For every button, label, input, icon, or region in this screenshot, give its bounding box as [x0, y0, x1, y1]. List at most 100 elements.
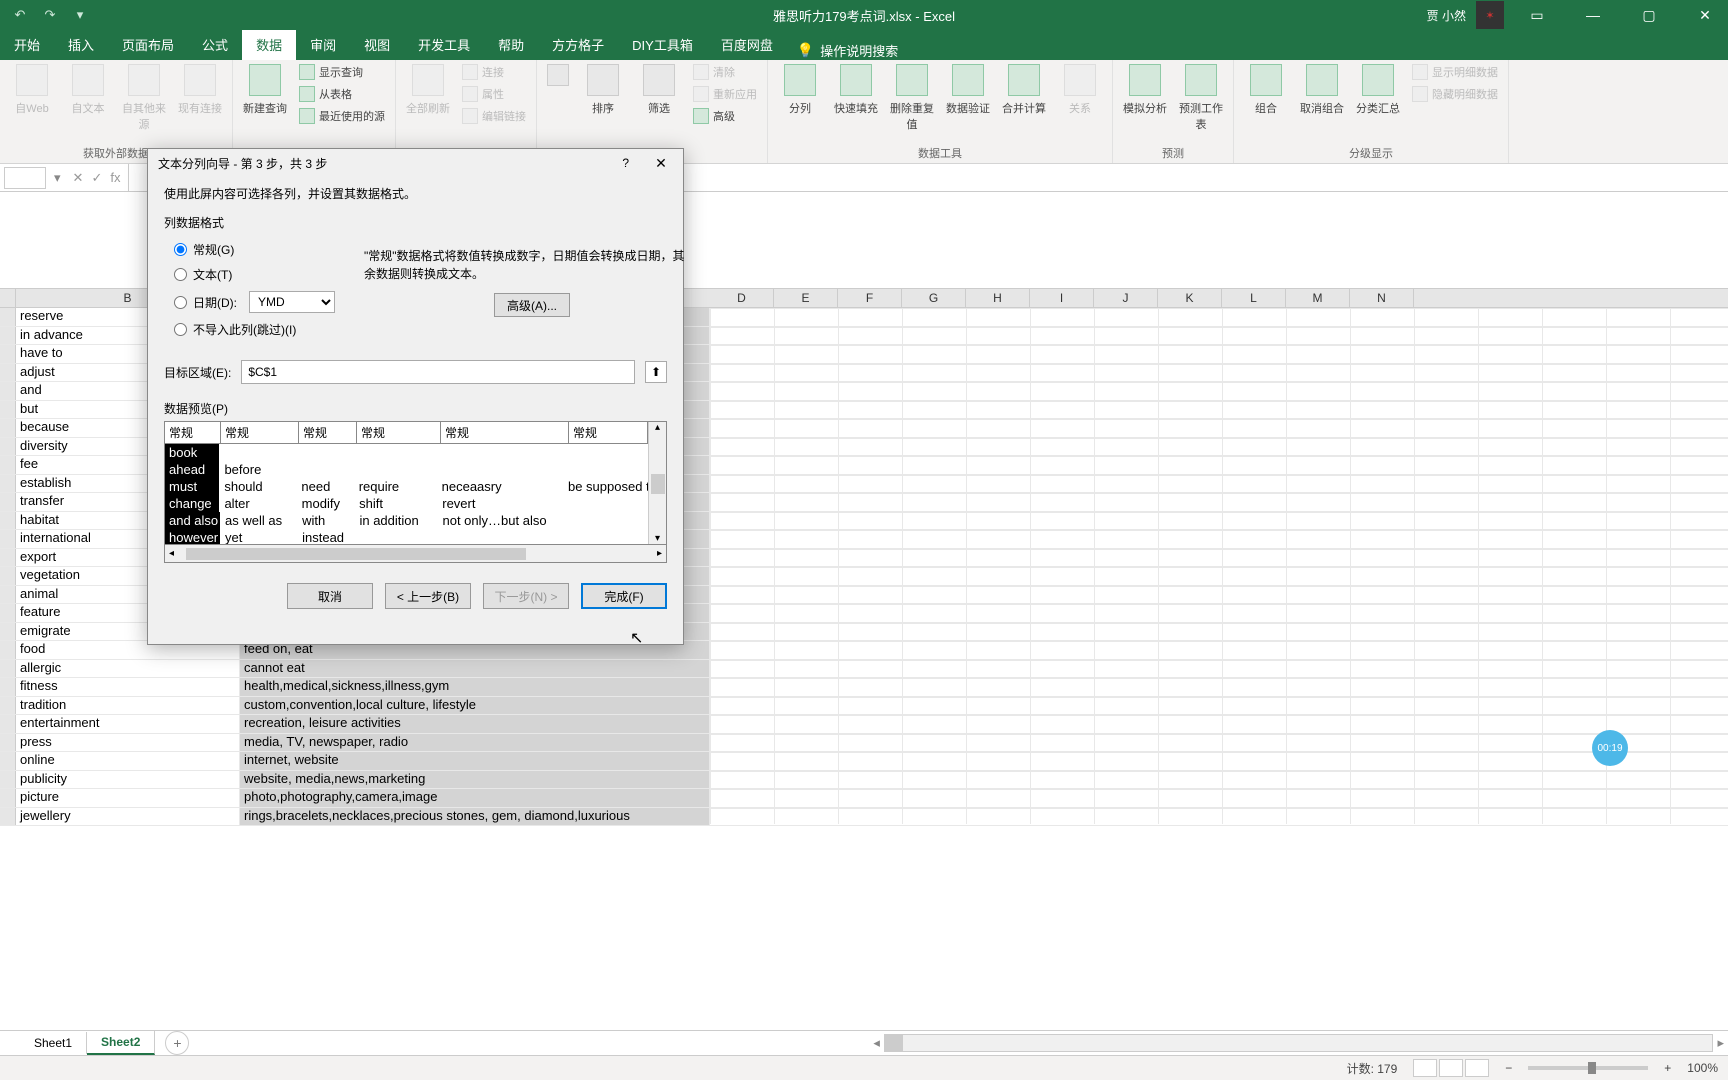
table-row[interactable]: onlineinternet, website [0, 752, 1728, 771]
clear-filter-button[interactable]: 清除 [689, 62, 761, 82]
sheet-tab-2[interactable]: Sheet2 [87, 1031, 155, 1055]
zoom-level[interactable]: 100% [1687, 1061, 1718, 1075]
hide-detail-button[interactable]: 隐藏明细数据 [1408, 84, 1502, 104]
cell-c[interactable]: internet, website [240, 752, 710, 770]
cell-b[interactable]: allergic [16, 660, 240, 678]
remove-dup-button[interactable]: 删除重复值 [886, 62, 938, 134]
redo-icon[interactable]: ↷ [40, 5, 60, 25]
view-layout-button[interactable] [1439, 1059, 1463, 1077]
col-header-n[interactable]: N [1350, 289, 1414, 307]
from-web-button[interactable]: 自Web [6, 62, 58, 118]
col-header-k[interactable]: K [1158, 289, 1222, 307]
tell-me[interactable]: 💡操作说明搜索 [787, 41, 908, 60]
radio-general-input[interactable] [174, 243, 187, 256]
tab-data[interactable]: 数据 [242, 29, 296, 60]
reapply-button[interactable]: 重新应用 [689, 84, 761, 104]
cell-b[interactable]: tradition [16, 697, 240, 715]
from-other-button[interactable]: 自其他来源 [118, 62, 170, 134]
table-row[interactable]: entertainmentrecreation, leisure activit… [0, 715, 1728, 734]
scroll-right-icon[interactable]: ▸ [657, 548, 662, 559]
pv-head-3[interactable]: 常规 [357, 422, 441, 443]
radio-text-input[interactable] [174, 268, 187, 281]
cell-c[interactable]: photo,photography,camera,image [240, 789, 710, 807]
consolidate-button[interactable]: 合并计算 [998, 62, 1050, 118]
tab-view[interactable]: 视图 [350, 29, 404, 60]
cell-b[interactable]: online [16, 752, 240, 770]
cell-c[interactable]: rings,bracelets,necklaces,precious stone… [240, 808, 710, 826]
scroll-left-icon[interactable]: ◂ [169, 548, 174, 559]
filter-button[interactable]: 筛选 [633, 62, 685, 118]
scroll-up-icon[interactable]: ▴ [655, 422, 660, 433]
forecast-button[interactable]: 预测工作表 [1175, 62, 1227, 134]
tab-help[interactable]: 帮助 [484, 29, 538, 60]
date-format-select[interactable]: YMD [249, 291, 335, 313]
target-input[interactable] [241, 360, 635, 384]
tab-layout[interactable]: 页面布局 [108, 29, 188, 60]
recent-sources-button[interactable]: 最近使用的源 [295, 106, 389, 126]
from-table-button[interactable]: 从表格 [295, 84, 389, 104]
dialog-help-icon[interactable]: ? [622, 156, 629, 170]
properties-button[interactable]: 属性 [458, 84, 530, 104]
cell-c[interactable]: health,medical,sickness,illness,gym [240, 678, 710, 696]
advanced-button[interactable]: 高级(A)... [494, 293, 570, 317]
undo-icon[interactable]: ↶ [10, 5, 30, 25]
preview-vscroll[interactable]: ▴▾ [648, 422, 666, 544]
relationships-button[interactable]: 关系 [1054, 62, 1106, 118]
from-text-button[interactable]: 自文本 [62, 62, 114, 118]
tab-diy[interactable]: DIY工具箱 [618, 29, 707, 60]
advanced-filter-button[interactable]: 高级 [689, 106, 761, 126]
radio-skip[interactable]: 不导入此列(跳过)(I) [164, 317, 667, 342]
sort-button[interactable]: 排序 [577, 62, 629, 118]
tab-baidu[interactable]: 百度网盘 [707, 29, 787, 60]
col-header-j[interactable]: J [1094, 289, 1158, 307]
sort-az-button[interactable] [543, 62, 573, 92]
cell-c[interactable]: website, media,news,marketing [240, 771, 710, 789]
cell-b[interactable]: entertainment [16, 715, 240, 733]
hscroll-track[interactable] [884, 1034, 1714, 1052]
group-button[interactable]: 组合 [1240, 62, 1292, 118]
user-name[interactable]: 贾 小然 [1427, 7, 1466, 24]
table-row[interactable]: allergiccannot eat [0, 660, 1728, 679]
col-header-g[interactable]: G [902, 289, 966, 307]
table-row[interactable]: publicitywebsite, media,news,marketing [0, 771, 1728, 790]
tab-formula[interactable]: 公式 [188, 29, 242, 60]
preview-hscroll[interactable]: ◂▸ [164, 545, 667, 563]
view-break-button[interactable] [1465, 1059, 1489, 1077]
tab-insert[interactable]: 插入 [54, 29, 108, 60]
connections-button[interactable]: 连接 [458, 62, 530, 82]
zoom-out-icon[interactable]: − [1505, 1061, 1512, 1075]
ungroup-button[interactable]: 取消组合 [1296, 62, 1348, 118]
zoom-in-icon[interactable]: + [1664, 1061, 1671, 1075]
view-normal-button[interactable] [1413, 1059, 1437, 1077]
col-header-e[interactable]: E [774, 289, 838, 307]
col-header-f[interactable]: F [838, 289, 902, 307]
fx-icon[interactable]: fx [110, 170, 120, 185]
cell-c[interactable]: cannot eat [240, 660, 710, 678]
text-to-columns-button[interactable]: 分列 [774, 62, 826, 118]
name-box[interactable] [4, 167, 46, 189]
ref-picker-icon[interactable]: ⬆ [645, 361, 667, 383]
show-query-button[interactable]: 显示查询 [295, 62, 389, 82]
existing-conn-button[interactable]: 现有连接 [174, 62, 226, 118]
col-header-d[interactable]: D [710, 289, 774, 307]
cancel-edit-icon[interactable]: ✕ [73, 170, 84, 186]
col-header-i[interactable]: I [1030, 289, 1094, 307]
radio-skip-input[interactable] [174, 323, 187, 336]
cell-b[interactable]: picture [16, 789, 240, 807]
tab-review[interactable]: 审阅 [296, 29, 350, 60]
table-row[interactable]: fitnesshealth,medical,sickness,illness,g… [0, 678, 1728, 697]
add-sheet-button[interactable]: + [165, 1031, 189, 1055]
show-detail-button[interactable]: 显示明细数据 [1408, 62, 1502, 82]
cancel-button[interactable]: 取消 [287, 583, 373, 609]
pv-head-2[interactable]: 常规 [299, 422, 357, 443]
cell-b[interactable]: press [16, 734, 240, 752]
ribbon-options-icon[interactable]: ▭ [1514, 0, 1560, 30]
cell-b[interactable]: jewellery [16, 808, 240, 826]
table-row[interactable]: traditioncustom,convention,local culture… [0, 697, 1728, 716]
maximize-icon[interactable]: ▢ [1626, 0, 1672, 30]
tab-ffgz[interactable]: 方方格子 [538, 29, 618, 60]
new-query-button[interactable]: 新建查询 [239, 62, 291, 118]
data-validation-button[interactable]: 数据验证 [942, 62, 994, 118]
radio-date[interactable]: 日期(D):YMD [164, 287, 667, 317]
col-header-l[interactable]: L [1222, 289, 1286, 307]
